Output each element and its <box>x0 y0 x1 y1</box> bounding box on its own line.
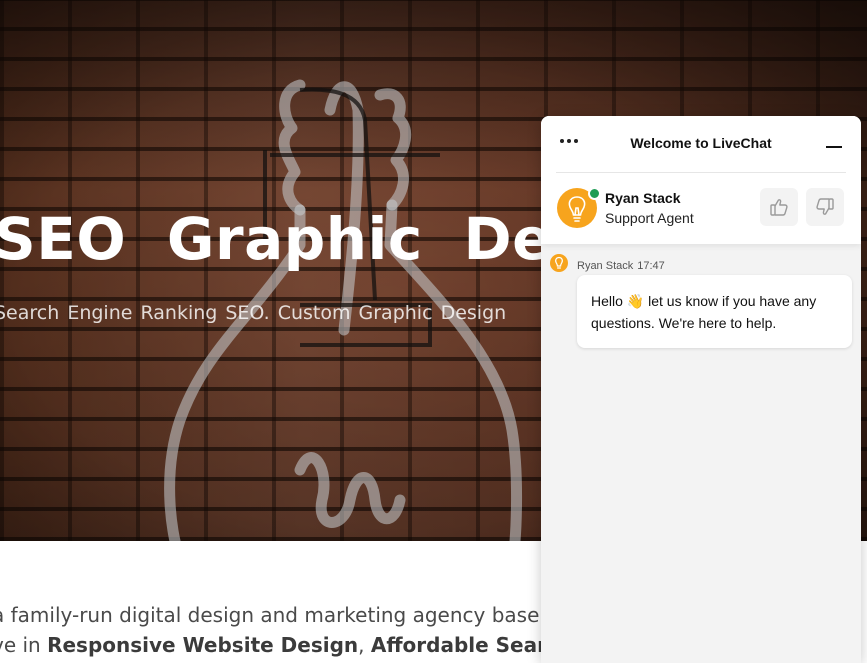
message-time: 17:47 <box>637 260 665 272</box>
header-divider <box>556 172 846 173</box>
rate-good-button[interactable] <box>760 188 798 226</box>
waving-hand-emoji: 👋 <box>626 293 645 309</box>
message-author-avatar <box>550 254 568 272</box>
online-status-dot <box>588 187 601 200</box>
thumbs-down-icon <box>816 198 834 215</box>
intro-prefix: ve in <box>0 633 41 657</box>
agent-role: Support Agent <box>605 210 694 226</box>
intro-text-line-1: a family-run digital design and marketin… <box>0 603 540 627</box>
chat-title: Welcome to LiveChat <box>630 135 772 151</box>
message-bubble: Hello 👋 let us know if you have any ques… <box>577 275 852 348</box>
intro-text-line-2: ve in Responsive Website Design, Afforda… <box>0 633 608 657</box>
message-text-start: Hello <box>591 293 627 309</box>
lightbulb-icon <box>555 256 563 269</box>
hero-subtitle: Search Engine Ranking SEO. Custom Graphi… <box>0 302 507 324</box>
chat-header: Welcome to LiveChat Ryan Stack Support A… <box>541 116 861 244</box>
thumbs-up-icon <box>770 199 788 216</box>
message-meta: Ryan Stack 17:47 <box>577 260 665 272</box>
intro-separator: , <box>358 633 371 657</box>
minimize-icon[interactable] <box>825 138 845 152</box>
agent-name: Ryan Stack <box>605 190 681 206</box>
message-author: Ryan Stack <box>577 260 634 272</box>
livechat-widget: Welcome to LiveChat Ryan Stack Support A… <box>541 116 861 663</box>
rate-bad-button[interactable] <box>806 188 844 226</box>
service-responsive-web-design: Responsive Website Design <box>47 633 359 657</box>
